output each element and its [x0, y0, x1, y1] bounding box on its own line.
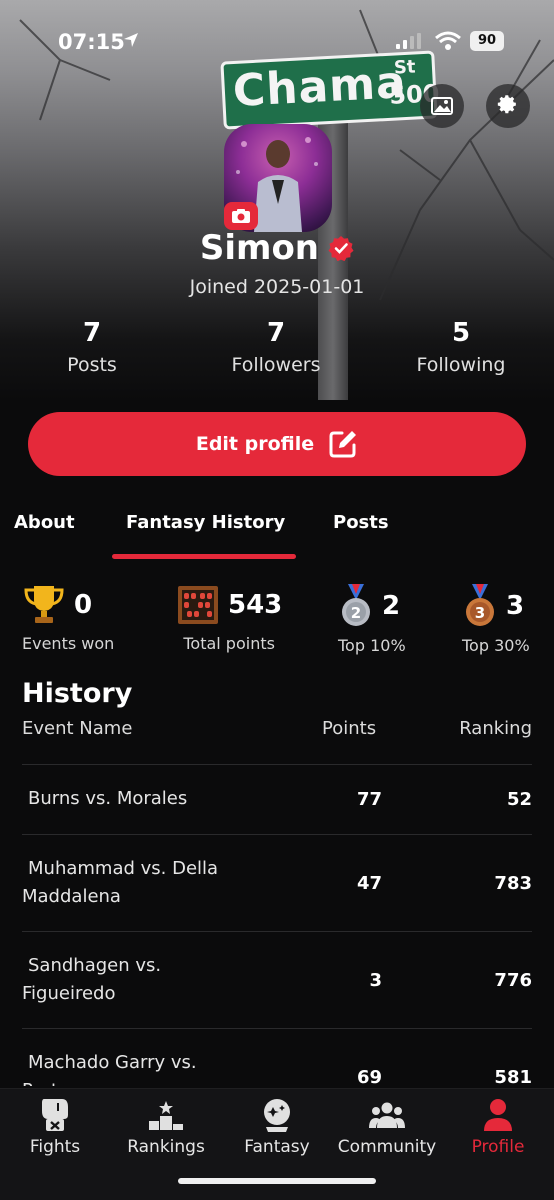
settings-button[interactable] — [486, 84, 530, 128]
svg-text:3: 3 — [475, 604, 485, 622]
column-points: Points — [322, 718, 377, 739]
summary-value: 3 — [506, 591, 525, 621]
camera-icon — [232, 209, 250, 223]
abacus-icon — [178, 586, 218, 624]
history-title: History — [22, 678, 133, 709]
event-points: 3 — [369, 970, 382, 991]
profile-tabs: About Fantasy History Posts — [0, 512, 554, 560]
change-avatar-button[interactable] — [224, 202, 258, 230]
event-points: 47 — [356, 873, 382, 894]
gear-icon — [497, 95, 516, 114]
profile-name: Simon — [199, 228, 320, 268]
table-row[interactable]: Burns vs. Morales 77 52 — [22, 764, 532, 834]
verified-badge-icon — [328, 236, 354, 261]
stat-followers[interactable]: 7 Followers — [206, 318, 346, 376]
active-tab-indicator — [112, 554, 296, 559]
summary-value: 2 — [382, 591, 401, 621]
event-name: Sandhagen vs. Figueiredo — [22, 955, 162, 1004]
event-ranking: 776 — [494, 970, 532, 991]
summary-value: 0 — [74, 590, 93, 620]
event-name: Muhammad vs. Della Maddalena — [22, 858, 219, 907]
summary-top-30: 3 3 Top 30% — [462, 584, 530, 655]
nav-label: Fights — [29, 1137, 81, 1157]
event-ranking: 52 — [506, 789, 532, 810]
stat-value: 5 — [451, 318, 471, 348]
column-ranking: Ranking — [459, 718, 532, 739]
event-name: Burns vs. Morales — [28, 788, 188, 809]
battery-indicator: 90 — [470, 31, 504, 51]
event-name: Machado Garry vs. Prates — [22, 1052, 197, 1086]
nav-label: Rankings — [127, 1137, 205, 1157]
summary-label: Top 30% — [462, 636, 530, 655]
summary-label: Total points — [183, 634, 275, 653]
stat-value: 7 — [266, 318, 286, 348]
trophy-icon — [24, 586, 64, 623]
table-row[interactable]: Sandhagen vs. Figueiredo 3 776 — [22, 931, 532, 1028]
column-event-name: Event Name — [22, 718, 133, 739]
edit-profile-button[interactable]: Edit profile — [28, 412, 526, 476]
stat-label: Followers — [231, 354, 321, 376]
summary-label: Events won — [22, 634, 115, 653]
edit-profile-label: Edit profile — [195, 433, 315, 455]
profile-stats: 7 Posts 7 Followers 5 Following — [0, 318, 554, 388]
rankings-icon — [149, 1101, 183, 1130]
event-points: 77 — [356, 789, 382, 810]
nav-fights[interactable]: Fights — [0, 1095, 110, 1157]
stat-label: Following — [416, 354, 506, 376]
stat-label: Posts — [67, 354, 117, 376]
svg-text:2: 2 — [351, 604, 361, 622]
event-points: 69 — [356, 1067, 382, 1086]
summary-top-10: 2 2 Top 10% — [338, 584, 406, 655]
joined-date: Joined 2025-01-01 — [189, 276, 365, 298]
history-table: Burns vs. Morales 77 52 Muhammad vs. Del… — [22, 764, 532, 1086]
fantasy-icon — [264, 1099, 290, 1132]
event-ranking: 783 — [494, 873, 532, 894]
image-icon — [431, 97, 453, 115]
change-cover-button[interactable] — [420, 84, 464, 128]
bronze-medal-icon: 3 — [466, 584, 494, 626]
nav-community[interactable]: Community — [332, 1095, 442, 1157]
nav-profile[interactable]: Profile — [443, 1095, 553, 1157]
summary-label: Top 10% — [338, 636, 406, 655]
nav-fantasy[interactable]: Fantasy — [222, 1095, 332, 1157]
tab-posts[interactable]: Posts — [333, 512, 389, 533]
nav-label: Fantasy — [244, 1137, 310, 1157]
fights-icon — [42, 1099, 68, 1131]
event-ranking: 581 — [494, 1067, 532, 1086]
signal-icon — [396, 33, 421, 49]
nav-rankings[interactable]: Rankings — [111, 1095, 221, 1157]
stat-posts[interactable]: 7 Posts — [22, 318, 162, 376]
home-indicator — [178, 1178, 376, 1184]
status-bar: 07:15 90 — [0, 0, 554, 80]
tab-fantasy-history[interactable]: Fantasy History — [126, 512, 285, 533]
profile-name-row: Simon — [0, 228, 554, 268]
silver-medal-icon: 2 — [342, 584, 370, 626]
wifi-icon — [435, 31, 461, 50]
summary-total-points: 543 Total points — [176, 584, 282, 653]
table-row[interactable]: Machado Garry vs. Prates 69 581 — [22, 1028, 532, 1086]
nav-label: Community — [337, 1137, 437, 1157]
summary-events-won: 0 Events won — [22, 584, 114, 653]
tab-about[interactable]: About — [14, 512, 75, 533]
edit-icon — [329, 431, 357, 458]
fantasy-summary: 0 Events won 543 Total points 2 2 Top 10… — [0, 584, 554, 664]
location-arrow-icon — [124, 33, 138, 47]
status-time: 07:15 — [58, 30, 125, 54]
stat-following[interactable]: 5 Following — [391, 318, 531, 376]
community-icon — [369, 1102, 405, 1128]
profile-icon — [484, 1099, 512, 1131]
table-row[interactable]: Muhammad vs. Della Maddalena 47 783 — [22, 834, 532, 931]
summary-value: 543 — [228, 590, 283, 620]
nav-label: Profile — [471, 1137, 525, 1157]
stat-value: 7 — [82, 318, 102, 348]
